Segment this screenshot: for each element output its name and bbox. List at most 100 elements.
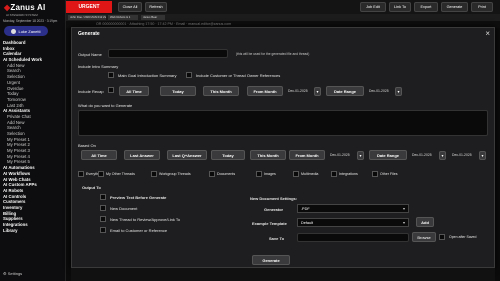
recap-this-month-button[interactable]: This Month <box>203 86 239 96</box>
template-label: Example Template <box>252 221 287 226</box>
based-on-label: Based On <box>78 143 96 148</box>
main-goal-label: Main Goal Introduction Summary <box>118 73 177 78</box>
recap-date-field[interactable]: Dec-01-2025 <box>288 86 308 96</box>
filter-label: Multimedia <box>301 172 319 176</box>
generate-top-button[interactable]: Generate <box>441 2 468 12</box>
open-after-label: Open after Saved <box>449 235 477 239</box>
settings-link[interactable]: ⚙ Settings <box>3 271 22 276</box>
sidebar-nav: Dashboard Inbox Calendar AI Scheduled Work A… <box>0 40 65 234</box>
add-template-button[interactable]: Add <box>416 217 434 227</box>
filter-checkbox[interactable] <box>256 171 262 177</box>
recap-date-field[interactable]: Dec-01-2025 <box>369 86 389 96</box>
output-option-checkbox[interactable] <box>100 227 106 233</box>
filter-label: Other Files <box>380 172 398 176</box>
refresh-button[interactable]: Refresh <box>145 2 167 12</box>
user-name: Luke Zanetti <box>18 28 41 34</box>
recap-from-month-button[interactable]: From Month <box>247 86 283 96</box>
filter-checkbox[interactable] <box>293 171 299 177</box>
based-this-month-button[interactable]: This Month <box>250 150 286 160</box>
new-document-settings-label: New Document Settings: <box>250 196 298 201</box>
recap-today-button[interactable]: Today <box>160 86 196 96</box>
save-to-input[interactable] <box>297 233 409 242</box>
job-edit-button[interactable]: Job Edit <box>360 2 386 12</box>
based-date-field[interactable]: Dec-01-2025 <box>330 150 350 160</box>
browse-button[interactable]: Browse <box>412 232 436 242</box>
recap-date-range-button[interactable]: Date Range <box>326 86 364 96</box>
output-option-checkbox[interactable] <box>100 194 106 200</box>
customer-thread-checkbox[interactable] <box>186 72 192 78</box>
based-all-time-button[interactable]: All Time <box>81 150 117 160</box>
based-date-field[interactable]: Dec-01-2025 <box>412 150 432 160</box>
based-last-q-answer-button[interactable]: Last Q+Answer <box>167 150 207 160</box>
sidebar: ◆Zanus AI AI STEWARD SYSTEM Monday, Sept… <box>0 0 66 281</box>
output-option-label: Email to Customer or Reference <box>110 228 168 233</box>
close-icon[interactable]: × <box>485 29 490 38</box>
thread-tab[interactable]: Janus Bear <box>141 15 165 20</box>
dialog-title: Generate <box>78 31 100 37</box>
based-today-button[interactable]: Today <box>211 150 245 160</box>
save-to-label: Save To <box>269 236 285 241</box>
thread-tab[interactable]: John Doe / 2023 ZAN 012 Zanus <box>68 15 106 20</box>
urgent-button[interactable]: URGENT <box>66 1 112 13</box>
generator-label: Generator <box>264 207 284 212</box>
filter-label: Images <box>264 172 276 176</box>
calendar-icon[interactable]: ▾ <box>395 87 402 96</box>
based-date-range-button[interactable]: Date Range <box>369 150 407 160</box>
calendar-icon[interactable]: ▾ <box>314 87 321 96</box>
want-label: What do you want to Generate <box>78 103 133 108</box>
thread-tabs: John Doe / 2023 ZAN 012 Zanus Web Robots… <box>66 14 500 21</box>
filter-checkbox[interactable] <box>331 171 337 177</box>
calendar-icon[interactable]: ▾ <box>479 151 486 160</box>
output-option-checkbox[interactable] <box>100 216 106 222</box>
filter-checkbox[interactable] <box>98 171 104 177</box>
generate-button[interactable]: Generate <box>252 255 290 265</box>
print-button[interactable]: Print <box>471 2 493 12</box>
output-name-hint: (this will be used for the generated fil… <box>236 52 310 56</box>
filter-label: My Other Threads <box>106 172 135 176</box>
filter-checkbox[interactable] <box>78 171 84 177</box>
current-datetime: Monday, September 18 2023 · 3:19pm <box>3 19 58 23</box>
avatar-icon <box>11 28 17 34</box>
filter-label: Workgroup Threads <box>159 172 191 176</box>
filter-checkbox[interactable] <box>209 171 215 177</box>
based-date-field[interactable]: Dec-01-2025 <box>452 150 472 160</box>
recap-all-time-button[interactable]: All Time <box>119 86 149 96</box>
output-option-checkbox[interactable] <box>100 205 106 211</box>
close-all-button[interactable]: Close All <box>118 2 142 12</box>
main-goal-checkbox[interactable] <box>108 72 114 78</box>
calendar-icon[interactable]: ▾ <box>357 151 364 160</box>
intro-summary-label: Include Intro Summary <box>78 64 119 69</box>
gear-icon: ⚙ <box>3 271 7 276</box>
link-to-button[interactable]: Link To <box>389 2 411 12</box>
chevron-down-icon: ▾ <box>402 206 405 211</box>
filter-label: Integrations <box>339 172 358 176</box>
output-name-label: Output Name <box>78 52 102 57</box>
output-option-label: New Thread to Review/Approve/Link To <box>110 217 181 222</box>
app-logo-subtitle: AI STEWARD SYSTEM <box>6 13 38 17</box>
thread-tab[interactable]: Web Robots & 1 <box>108 15 138 20</box>
bottom-panel <box>71 268 495 281</box>
output-option-label: Preview Text Before Generate <box>110 195 167 200</box>
chevron-down-icon: ▾ <box>402 220 405 225</box>
based-from-month-button[interactable]: From Month <box>289 150 325 160</box>
filter-checkbox[interactable] <box>372 171 378 177</box>
output-option-label: New Document <box>110 206 138 211</box>
template-select[interactable]: Default ▾ <box>297 218 409 227</box>
generate-dialog: Generate × Output Name (this will be use… <box>71 27 495 268</box>
recap-label: Include Recap <box>78 89 104 94</box>
generator-select[interactable]: .PDF ▾ <box>297 204 409 213</box>
generate-prompt-textarea[interactable] <box>78 110 488 136</box>
filter-checkbox[interactable] <box>151 171 157 177</box>
filter-label: Documents <box>217 172 236 176</box>
recap-checkbox[interactable] <box>108 87 114 93</box>
calendar-icon[interactable]: ▾ <box>439 151 446 160</box>
based-last-answer-button[interactable]: Last Answer <box>124 150 160 160</box>
open-after-checkbox[interactable] <box>439 234 445 240</box>
sidebar-item[interactable]: Library <box>0 228 65 234</box>
user-button[interactable]: Luke Zanetti <box>4 26 48 36</box>
app-logo: ◆Zanus AI <box>4 3 46 12</box>
customer-thread-label: Include Customer or Thread Owner Referen… <box>196 73 281 78</box>
output-to-label: Output To <box>82 185 101 190</box>
export-button[interactable]: Export <box>414 2 438 12</box>
output-name-input[interactable] <box>108 49 228 58</box>
